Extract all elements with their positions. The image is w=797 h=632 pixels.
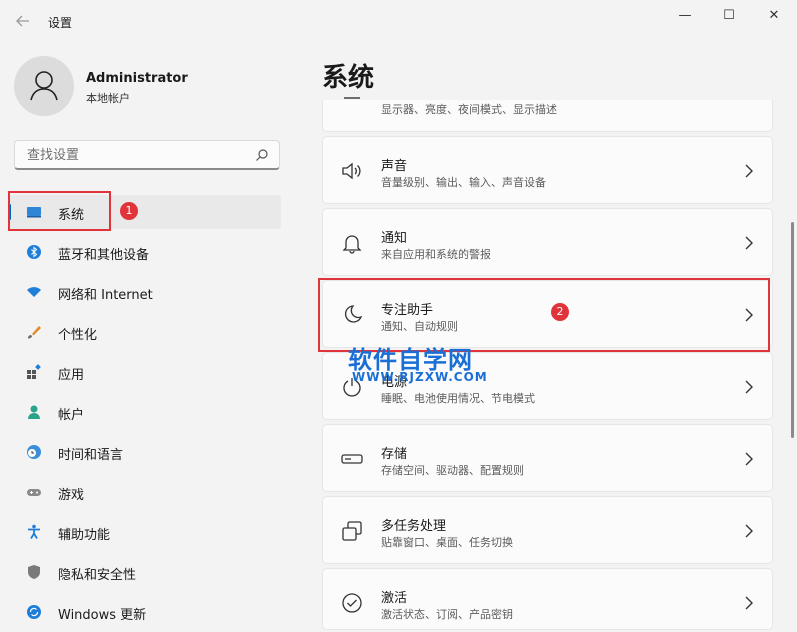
settings-card-notifications[interactable]: 通知 来自应用和系统的警报	[322, 208, 773, 276]
apps-icon	[27, 364, 41, 379]
sidebar-item-time-language[interactable]: 时间和语言	[8, 435, 281, 469]
chevron-right-icon	[745, 236, 753, 250]
chevron-right-icon	[745, 164, 753, 178]
multitask-icon	[342, 521, 362, 541]
sidebar-item-bluetooth[interactable]: 蓝牙和其他设备	[8, 235, 281, 269]
sidebar-item-accounts[interactable]: 帐户	[8, 395, 281, 429]
sidebar-item-personalization[interactable]: 个性化	[8, 315, 281, 349]
card-title: 激活	[381, 591, 408, 606]
chevron-right-icon	[745, 452, 753, 466]
brush-icon	[28, 326, 41, 339]
sidebar-item-label: 蓝牙和其他设备	[58, 248, 150, 263]
card-subtitle: 睡眠、电池使用情况、节电模式	[381, 392, 535, 405]
bluetooth-icon	[27, 245, 41, 259]
search-box[interactable]	[14, 140, 280, 170]
sidebar-item-label: Windows 更新	[58, 608, 147, 623]
sidebar-item-label: 游戏	[58, 488, 85, 503]
sidebar-item-label: 帐户	[58, 408, 85, 423]
back-arrow-icon[interactable]	[14, 12, 32, 30]
highlight-box-system	[8, 191, 111, 231]
update-icon	[27, 605, 41, 619]
gamepad-icon	[27, 489, 41, 496]
sidebar-item-privacy[interactable]: 隐私和安全性	[8, 555, 281, 589]
sidebar-item-label: 隐私和安全性	[58, 568, 137, 583]
sidebar-item-label: 网络和 Internet	[58, 288, 153, 303]
card-title: 通知	[381, 231, 408, 246]
settings-card-sound[interactable]: 声音 音量级别、输出、输入、声音设备	[322, 136, 773, 204]
sidebar-item-label: 时间和语言	[58, 448, 124, 463]
storage-icon	[341, 454, 363, 464]
search-input[interactable]	[25, 147, 249, 164]
card-subtitle: 贴靠窗口、桌面、任务切换	[381, 536, 513, 549]
step-badge-1: 1	[120, 202, 138, 220]
user-icon	[30, 71, 58, 101]
display-icon	[344, 97, 360, 99]
window-title: 设置	[48, 16, 73, 30]
chevron-right-icon	[745, 596, 753, 610]
sidebar-item-label: 辅助功能	[58, 528, 111, 543]
accessibility-icon	[28, 524, 40, 539]
page-title: 系统	[322, 63, 375, 93]
wifi-icon	[27, 287, 41, 297]
card-title: 存储	[381, 447, 408, 462]
sidebar-item-label: 个性化	[58, 328, 98, 343]
account-type: 本地帐户	[86, 92, 130, 105]
close-button[interactable]: ✕	[759, 6, 789, 26]
settings-card-display[interactable]: 显示器、亮度、夜间模式、显示描述	[322, 97, 773, 132]
card-title: 多任务处理	[381, 519, 447, 534]
settings-card-activation[interactable]: 激活 激活状态、订阅、产品密钥	[322, 568, 773, 630]
sidebar-item-apps[interactable]: 应用	[8, 355, 281, 389]
watermark-url: WWW.RJZXW.COM	[352, 370, 488, 384]
user-name: Administrator	[86, 71, 188, 86]
sidebar-item-accessibility[interactable]: 辅助功能	[8, 515, 281, 549]
sidebar-item-network[interactable]: 网络和 Internet	[8, 275, 281, 309]
account-icon	[28, 405, 40, 419]
sidebar-item-label: 应用	[58, 368, 85, 383]
settings-card-multitasking[interactable]: 多任务处理 贴靠窗口、桌面、任务切换	[322, 496, 773, 564]
title-bar: 设置 — ☐ ✕	[0, 0, 797, 40]
chevron-right-icon	[745, 380, 753, 394]
bell-icon	[342, 235, 362, 254]
check-circle-icon	[342, 593, 362, 613]
sidebar-item-gaming[interactable]: 游戏	[8, 475, 281, 509]
settings-card-storage[interactable]: 存储 存储空间、驱动器、配置规则	[322, 424, 773, 492]
search-icon	[256, 149, 268, 161]
sidebar-item-windows-update[interactable]: Windows 更新	[8, 595, 281, 629]
step-badge-2: 2	[551, 303, 569, 321]
vertical-scrollbar[interactable]	[791, 222, 794, 438]
clock-globe-icon	[27, 445, 41, 459]
avatar[interactable]	[14, 56, 74, 116]
speaker-icon	[342, 162, 361, 180]
card-subtitle: 来自应用和系统的警报	[381, 248, 491, 261]
card-subtitle: 显示器、亮度、夜间模式、显示描述	[381, 103, 557, 116]
minimize-button[interactable]: —	[670, 6, 700, 26]
card-subtitle: 存储空间、驱动器、配置规则	[381, 464, 524, 477]
card-title: 声音	[381, 159, 408, 174]
chevron-right-icon	[745, 524, 753, 538]
card-subtitle: 激活状态、订阅、产品密钥	[381, 608, 513, 621]
maximize-button[interactable]: ☐	[714, 6, 744, 26]
card-subtitle: 音量级别、输出、输入、声音设备	[381, 176, 546, 189]
shield-icon	[28, 565, 40, 579]
